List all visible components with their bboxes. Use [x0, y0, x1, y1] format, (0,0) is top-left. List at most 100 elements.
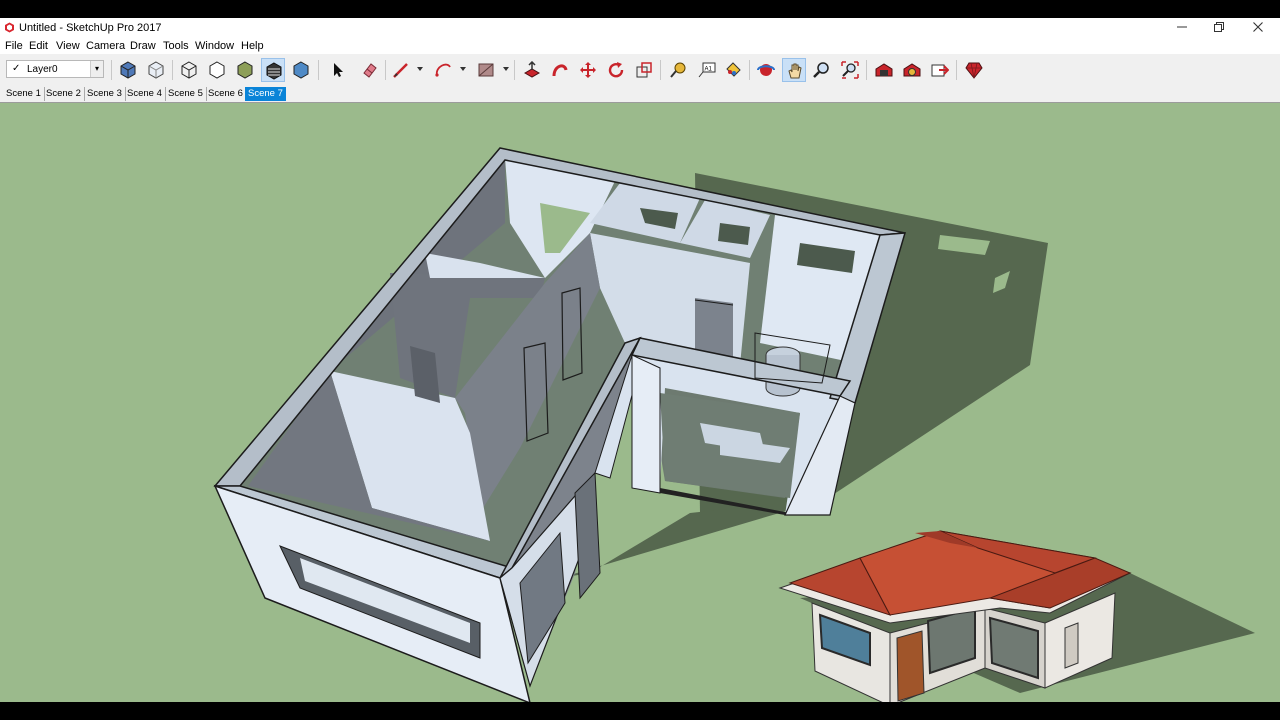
tape-measure-button[interactable]	[666, 58, 690, 82]
title-bar: Untitled - SketchUp Pro 2017	[0, 18, 1280, 38]
warehouse-icon	[875, 63, 893, 77]
rotate-icon	[608, 62, 624, 78]
toolbar-separator	[172, 60, 173, 80]
scene-tab-1[interactable]: Scene 1	[3, 87, 45, 101]
toolbar-separator	[514, 60, 515, 80]
zoom-extents-icon	[841, 61, 859, 79]
svg-text:A1: A1	[705, 67, 713, 73]
move-button[interactable]	[576, 58, 600, 82]
toolbar-separator	[385, 60, 386, 80]
arc-icon	[435, 63, 451, 77]
rotate-button[interactable]	[604, 58, 628, 82]
extension-warehouse-button[interactable]	[900, 58, 924, 82]
hidden-line-button[interactable]	[205, 58, 229, 82]
text-button[interactable]: A1	[695, 58, 719, 82]
arc-button[interactable]	[431, 58, 455, 82]
restore-button[interactable]	[1200, 18, 1238, 38]
menu-camera[interactable]: Camera	[86, 40, 125, 52]
model-viewport[interactable]	[0, 103, 1280, 702]
line-button[interactable]	[389, 58, 413, 82]
minimize-button[interactable]	[1163, 18, 1201, 38]
menu-edit[interactable]: Edit	[29, 40, 48, 52]
menu-view[interactable]: View	[56, 40, 80, 52]
iso-view-icon	[120, 61, 136, 79]
paint-bucket-button[interactable]	[721, 58, 745, 82]
rectangle-icon	[478, 63, 494, 77]
minimize-icon	[1177, 26, 1187, 28]
toolbar-separator	[660, 60, 661, 80]
scene-tab-2[interactable]: Scene 2	[43, 87, 85, 101]
scene-tab-4[interactable]: Scene 4	[124, 87, 166, 101]
close-icon	[1253, 22, 1263, 32]
orbit-icon	[757, 64, 775, 76]
rectangle-button[interactable]	[474, 58, 498, 82]
ruby-console-button[interactable]	[962, 58, 986, 82]
shaded-textures-button[interactable]	[261, 58, 285, 82]
scene-tab-7[interactable]: Scene 7	[245, 87, 286, 101]
floor-plan-model	[213, 147, 1255, 702]
scene-tabs: Scene 1 Scene 2 Scene 3 Scene 4 Scene 5 …	[0, 86, 1280, 103]
menu-help[interactable]: Help	[241, 40, 264, 52]
orbit-button[interactable]	[754, 58, 778, 82]
follow-me-icon	[552, 64, 568, 77]
toolbar-separator	[866, 60, 867, 80]
push-pull-button[interactable]	[520, 58, 544, 82]
sketchup-app-icon	[5, 22, 14, 33]
layer-name: Layer0	[27, 64, 58, 75]
wireframe-button[interactable]	[177, 58, 201, 82]
menu-bar: File Edit View Camera Draw Tools Window …	[0, 38, 1280, 54]
select-button[interactable]	[326, 58, 350, 82]
monochrome-icon	[293, 61, 309, 79]
sketchup-window: Untitled - SketchUp Pro 2017 File Edit V…	[0, 18, 1280, 702]
window-title: Untitled - SketchUp Pro 2017	[19, 22, 162, 34]
paint-bucket-icon	[726, 62, 741, 77]
pan-icon	[788, 63, 802, 79]
menu-window[interactable]: Window	[195, 40, 234, 52]
zoom-button[interactable]	[810, 58, 834, 82]
scene-tab-3[interactable]: Scene 3	[84, 87, 126, 101]
eraser-button[interactable]	[358, 58, 382, 82]
menu-tools[interactable]: Tools	[163, 40, 189, 52]
send-to-layout-icon	[931, 64, 949, 77]
wireframe-icon	[181, 61, 197, 79]
shaded-button[interactable]	[233, 58, 257, 82]
eraser-icon	[363, 63, 377, 78]
toolbar-separator	[956, 60, 957, 80]
pan-button[interactable]	[782, 58, 806, 82]
screen-top-letterbox	[0, 0, 1280, 18]
arc-dropdown-arrow[interactable]	[460, 67, 466, 71]
restore-icon	[1214, 22, 1224, 32]
follow-me-button[interactable]	[548, 58, 572, 82]
shaded-icon	[237, 61, 253, 79]
xray-button[interactable]	[144, 58, 168, 82]
scene-tab-5[interactable]: Scene 5	[165, 87, 207, 101]
toolbar-separator	[318, 60, 319, 80]
layer-visible-check: ✓	[12, 63, 21, 74]
main-toolbar: ✓ Layer0 ▾ A1	[0, 54, 1280, 87]
shaded-textures-icon	[266, 62, 282, 80]
zoom-extents-button[interactable]	[838, 58, 862, 82]
extension-warehouse-icon	[903, 63, 921, 77]
close-button[interactable]	[1239, 18, 1277, 38]
line-icon	[393, 63, 408, 78]
scene-tab-6[interactable]: Scene 6	[205, 87, 247, 101]
toolbar-separator	[749, 60, 750, 80]
line-dropdown-arrow[interactable]	[417, 67, 423, 71]
iso-view-button[interactable]	[116, 58, 140, 82]
monochrome-button[interactable]	[289, 58, 313, 82]
menu-draw[interactable]: Draw	[130, 40, 156, 52]
toolbar-separator	[111, 60, 112, 80]
zoom-icon	[813, 62, 829, 78]
ruby-console-icon	[965, 62, 983, 79]
move-icon	[580, 62, 596, 78]
layer-dropdown[interactable]: ✓ Layer0 ▾	[6, 60, 104, 78]
select-icon	[334, 63, 343, 77]
tape-measure-icon	[670, 62, 686, 78]
rectangle-dropdown-arrow[interactable]	[503, 67, 509, 71]
menu-file[interactable]: File	[5, 40, 23, 52]
send-to-layout-button[interactable]	[928, 58, 952, 82]
push-pull-icon	[523, 61, 541, 78]
warehouse-button[interactable]	[872, 58, 896, 82]
chevron-down-icon[interactable]: ▾	[90, 61, 103, 77]
scale-button[interactable]	[632, 58, 656, 82]
